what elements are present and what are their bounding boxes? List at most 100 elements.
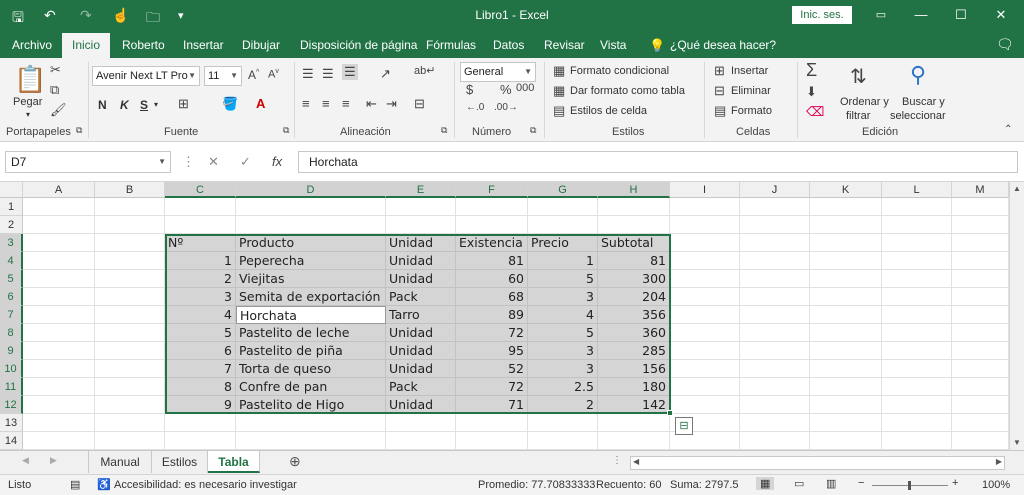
cell-d12[interactable]: Pastelito de Higo [236, 396, 386, 414]
cell-d9[interactable]: Pastelito de piña [236, 342, 386, 360]
row-header-7[interactable]: 7 [0, 306, 23, 324]
find-select-button[interactable]: Buscar y [902, 96, 945, 108]
cell-f4[interactable]: 81 [456, 252, 528, 270]
cell-d1[interactable] [236, 198, 386, 216]
cell-h7[interactable]: 356 [598, 306, 670, 324]
cell-b10[interactable] [95, 360, 165, 378]
cell-f10[interactable]: 52 [456, 360, 528, 378]
cell-l9[interactable] [882, 342, 952, 360]
cell-b2[interactable] [95, 216, 165, 234]
cell-c8[interactable]: 5 [165, 324, 236, 342]
cell-g11[interactable]: 2.5 [528, 378, 598, 396]
cell-k10[interactable] [810, 360, 882, 378]
cell-e11[interactable]: Pack [386, 378, 456, 396]
autosum-icon[interactable]: Σ [806, 60, 817, 81]
cell-j10[interactable] [740, 360, 810, 378]
cell-c2[interactable] [165, 216, 236, 234]
cell-h13[interactable] [598, 414, 670, 432]
cell-k5[interactable] [810, 270, 882, 288]
insert-cells-icon[interactable]: ⊞ [714, 63, 725, 79]
delete-cells-button[interactable]: Eliminar [731, 85, 771, 97]
comma-style-icon[interactable]: 000 [516, 82, 534, 94]
orientation-icon[interactable]: ↗ [380, 66, 391, 82]
cell-b9[interactable] [95, 342, 165, 360]
dialog-launcher-icon[interactable]: ⧉ [441, 125, 447, 136]
sign-in-button[interactable]: Inic. ses. [792, 6, 852, 24]
comments-icon[interactable]: 🗨 [996, 36, 1014, 53]
vertical-scrollbar[interactable]: ▲ ▼ [1009, 182, 1024, 450]
column-header-f[interactable]: F [456, 182, 528, 198]
tab-inicio[interactable]: Inicio [62, 33, 110, 58]
cell-i6[interactable] [670, 288, 740, 306]
status-sum[interactable]: Suma: 2797.5 [670, 479, 739, 491]
column-header-g[interactable]: G [528, 182, 598, 198]
column-header-l[interactable]: L [882, 182, 952, 198]
horizontal-scrollbar[interactable]: ◀ ▶ [630, 456, 1005, 470]
cell-m2[interactable] [952, 216, 1009, 234]
cell-e14[interactable] [386, 432, 456, 450]
find-icon[interactable]: ⚲ [910, 62, 926, 88]
row-header-8[interactable]: 8 [0, 324, 23, 342]
tab-vista[interactable]: Vista [600, 38, 626, 52]
cell-e13[interactable] [386, 414, 456, 432]
cell-e4[interactable]: Unidad [386, 252, 456, 270]
cell-i8[interactable] [670, 324, 740, 342]
cell-a10[interactable] [23, 360, 95, 378]
cell-j5[interactable] [740, 270, 810, 288]
insert-cells-button[interactable]: Insertar [731, 65, 768, 77]
cell-c9[interactable]: 6 [165, 342, 236, 360]
cell-f3[interactable]: Existencia [456, 234, 528, 252]
column-header-c[interactable]: C [165, 182, 236, 198]
cell-h11[interactable]: 180 [598, 378, 670, 396]
cell-d10[interactable]: Torta de queso [236, 360, 386, 378]
row-header-10[interactable]: 10 [0, 360, 23, 378]
cell-k8[interactable] [810, 324, 882, 342]
cell-d3[interactable]: Producto [236, 234, 386, 252]
cell-m14[interactable] [952, 432, 1009, 450]
column-header-k[interactable]: K [810, 182, 882, 198]
cell-l2[interactable] [882, 216, 952, 234]
cell-b12[interactable] [95, 396, 165, 414]
cell-c5[interactable]: 2 [165, 270, 236, 288]
cell-h12[interactable]: 142 [598, 396, 670, 414]
tell-me-search[interactable]: ¿Qué desea hacer? [670, 38, 776, 52]
cell-m12[interactable] [952, 396, 1009, 414]
cell-h5[interactable]: 300 [598, 270, 670, 288]
cell-j1[interactable] [740, 198, 810, 216]
cell-h9[interactable]: 285 [598, 342, 670, 360]
cell-m7[interactable] [952, 306, 1009, 324]
cell-c10[interactable]: 7 [165, 360, 236, 378]
cell-f5[interactable]: 60 [456, 270, 528, 288]
tab-formulas[interactable]: Fórmulas [426, 38, 476, 52]
underline-button[interactable]: S [140, 98, 148, 112]
copy-icon[interactable]: ⧉ [50, 82, 59, 98]
cell-m10[interactable] [952, 360, 1009, 378]
cell-i10[interactable] [670, 360, 740, 378]
cell-a3[interactable] [23, 234, 95, 252]
align-center-icon[interactable]: ≡ [322, 96, 330, 111]
row-header-2[interactable]: 2 [0, 216, 23, 234]
cell-h3[interactable]: Subtotal [598, 234, 670, 252]
cell-k7[interactable] [810, 306, 882, 324]
cell-b3[interactable] [95, 234, 165, 252]
column-header-a[interactable]: A [23, 182, 95, 198]
cell-g13[interactable] [528, 414, 598, 432]
cell-f6[interactable]: 68 [456, 288, 528, 306]
cell-c6[interactable]: 3 [165, 288, 236, 306]
delete-cells-icon[interactable]: ⊟ [714, 83, 725, 99]
cell-g2[interactable] [528, 216, 598, 234]
tab-revisar[interactable]: Revisar [544, 38, 585, 52]
cell-c1[interactable] [165, 198, 236, 216]
chevron-down-icon[interactable]: ▼ [158, 152, 166, 172]
cell-f7[interactable]: 89 [456, 306, 528, 324]
cell-j8[interactable] [740, 324, 810, 342]
cell-m13[interactable] [952, 414, 1009, 432]
wrap-text-icon[interactable]: ab↵ [414, 64, 435, 77]
cell-a12[interactable] [23, 396, 95, 414]
normal-view-icon[interactable]: ▦ [756, 477, 775, 490]
cell-l14[interactable] [882, 432, 952, 450]
cell-g3[interactable]: Precio [528, 234, 598, 252]
cell-c14[interactable] [165, 432, 236, 450]
cell-l1[interactable] [882, 198, 952, 216]
cell-e7[interactable]: Tarro [386, 306, 456, 324]
